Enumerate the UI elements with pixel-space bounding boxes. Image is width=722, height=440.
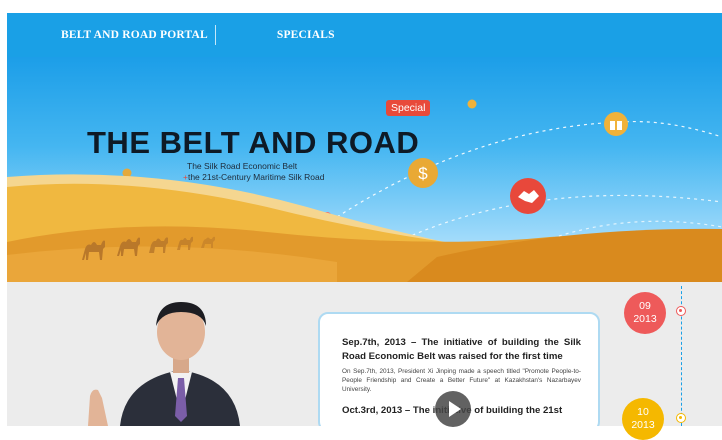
camel-caravan bbox=[82, 236, 215, 260]
date-year: 2013 bbox=[633, 313, 657, 325]
subtitle-line-1: The Silk Road Economic Belt bbox=[187, 161, 298, 171]
gift-icon bbox=[604, 112, 628, 136]
subtitle-line-2: +the 21st-Century Maritime Silk Road bbox=[183, 172, 325, 183]
hero-title: THE BELT AND ROAD bbox=[87, 125, 420, 160]
subtitle-line-2-text: the 21st-Century Maritime Silk Road bbox=[187, 172, 325, 182]
date-month: 10 bbox=[637, 406, 649, 418]
event-body-1: On Sep.7th, 2013, President Xi Jinping m… bbox=[342, 368, 581, 393]
timeline-date-2013-10[interactable]: 10 2013 bbox=[622, 398, 664, 440]
special-badge: Special bbox=[386, 100, 431, 116]
specials-link[interactable]: SPECIALS bbox=[277, 29, 335, 41]
timeline-marker[interactable] bbox=[676, 413, 686, 423]
timeline-marker[interactable] bbox=[676, 306, 686, 316]
handshake-icon bbox=[510, 178, 546, 214]
dollar-icon: $ bbox=[408, 158, 438, 188]
nav-divider bbox=[214, 25, 216, 45]
leader-photo bbox=[88, 302, 240, 426]
top-navigation-bar: BELT AND ROAD PORTAL SPECIALS bbox=[7, 13, 722, 57]
date-month: 09 bbox=[639, 300, 651, 312]
hero-banner: $ Special THE BELT AND ROAD The Silk Roa… bbox=[7, 57, 722, 282]
hero-subtitle: The Silk Road Economic Belt +the 21st-Ce… bbox=[183, 161, 325, 183]
play-button[interactable] bbox=[435, 391, 471, 427]
svg-text:$: $ bbox=[418, 164, 428, 183]
portal-link[interactable]: BELT AND ROAD PORTAL bbox=[61, 29, 208, 41]
timeline-date-2013-09[interactable]: 09 2013 bbox=[624, 292, 666, 334]
event-heading-1[interactable]: Sep.7th, 2013 – The initiative of buildi… bbox=[342, 336, 581, 364]
